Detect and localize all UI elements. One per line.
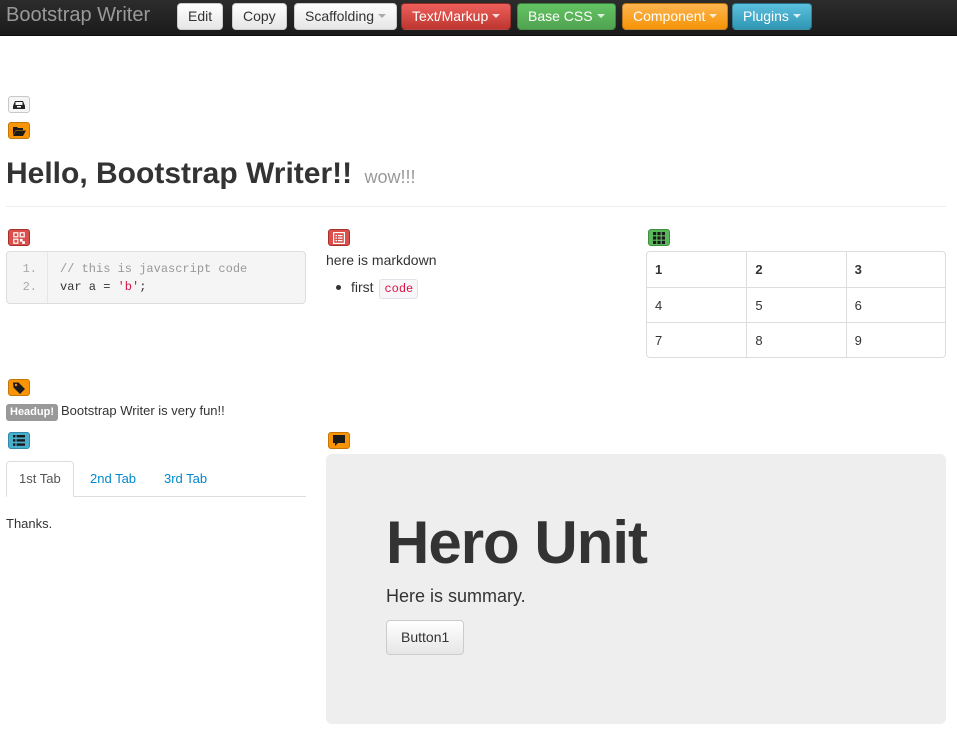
- text-markup-label: Text/Markup: [412, 8, 489, 24]
- component-dropdown-button[interactable]: Component: [622, 3, 729, 30]
- list-icon[interactable]: [8, 432, 30, 449]
- inline-code: code: [379, 279, 419, 299]
- headup-label-badge: Headup!: [6, 404, 58, 421]
- line-number: 1.: [22, 262, 37, 276]
- hero-title: Hero Unit: [386, 509, 648, 576]
- hero-button[interactable]: Button1: [386, 620, 465, 655]
- table-header-cell: 3: [845, 252, 945, 287]
- page-title: Hello, Bootstrap Writer!! wow!!!: [6, 152, 946, 199]
- edit-button[interactable]: Edit: [177, 3, 224, 30]
- base-css-label: Base CSS: [528, 8, 593, 24]
- code-token: var a =: [60, 280, 118, 294]
- tab-2nd[interactable]: 2nd Tab: [78, 461, 148, 497]
- hero-summary: Here is summary.: [386, 586, 526, 606]
- table-cell: 5: [746, 287, 846, 322]
- code-token: ;: [139, 280, 147, 294]
- markdown-paragraph: here is markdown: [326, 252, 437, 268]
- line-number: 2.: [22, 280, 37, 294]
- comment-icon[interactable]: [328, 432, 350, 449]
- edit-button-label: Edit: [188, 8, 213, 24]
- plugins-dropdown-button[interactable]: Plugins: [732, 3, 812, 30]
- page-header: Hello, Bootstrap Writer!! wow!!!: [6, 152, 946, 207]
- list-alt-icon[interactable]: [328, 229, 350, 246]
- table-header-cell: 1: [655, 262, 663, 277]
- table-cell: 4: [647, 287, 747, 322]
- scaffolding-label: Scaffolding: [305, 8, 375, 24]
- table-cell: 6: [845, 287, 945, 322]
- tag-icon[interactable]: [8, 379, 30, 396]
- text-markup-dropdown-button[interactable]: Text/Markup: [401, 3, 512, 30]
- base-css-dropdown-button[interactable]: Base CSS: [517, 3, 616, 30]
- table-cell: 7: [647, 322, 747, 357]
- copy-button-label: Copy: [243, 8, 276, 24]
- table-grid-icon[interactable]: [648, 229, 670, 246]
- table-header-row: 1 2 3: [647, 252, 945, 287]
- tab-label: 2nd Tab: [90, 471, 137, 486]
- component-label: Component: [633, 8, 706, 24]
- hero-unit: Hero Unit Here is summary. Button1: [326, 454, 946, 724]
- table-row: 7 8 9: [647, 322, 945, 357]
- markdown-list: first code: [326, 276, 419, 299]
- tab-label: 3rd Tab: [164, 471, 208, 486]
- tab-3rd[interactable]: 3rd Tab: [152, 461, 219, 497]
- data-table: 1 2 3 4 5 6 7 8 9: [646, 251, 946, 358]
- table-cell: 9: [845, 322, 945, 357]
- code-string-token: 'b': [117, 280, 140, 294]
- scaffolding-dropdown-button[interactable]: Scaffolding: [294, 3, 398, 30]
- table-header-cell: 2: [746, 252, 845, 287]
- brand-logo-text[interactable]: Bootstrap Writer: [6, 4, 150, 27]
- top-navbar: Bootstrap Writer Edit Copy Scaffolding T…: [0, 0, 957, 36]
- caret-down-icon: [792, 14, 801, 19]
- folder-open-icon[interactable]: [8, 122, 30, 139]
- caret-down-icon: [492, 14, 501, 19]
- tab-bar: 1st Tab 2nd Tab 3rd Tab: [6, 461, 306, 497]
- list-item-text: first: [351, 279, 374, 295]
- tab-label: 1st Tab: [19, 471, 61, 486]
- qrcode-icon[interactable]: [8, 229, 30, 246]
- table-cell: 8: [746, 322, 846, 357]
- plugins-label: Plugins: [743, 8, 789, 24]
- caret-down-icon: [596, 14, 605, 19]
- code-block: 1. 2. // this is javascript code var a =…: [6, 251, 306, 304]
- page-title-text: Hello, Bootstrap Writer!!: [6, 157, 353, 190]
- code-line-2: var a = 'b';: [60, 280, 146, 294]
- page-subtitle: wow!!!: [364, 167, 416, 187]
- caret-down-icon: [709, 14, 718, 19]
- table-row: 4 5 6: [647, 287, 945, 322]
- code-line-1: // this is javascript code: [60, 262, 248, 276]
- label-line: Headup! Bootstrap Writer is very fun!!: [6, 402, 225, 421]
- list-item: first code: [326, 276, 419, 299]
- inbox-icon[interactable]: [8, 96, 30, 113]
- code-gutter: 1. 2.: [7, 252, 48, 303]
- hero-button-label: Button1: [401, 629, 450, 645]
- tab-1st[interactable]: 1st Tab: [6, 461, 74, 497]
- tab-content: Thanks.: [6, 516, 53, 531]
- copy-button[interactable]: Copy: [232, 3, 287, 30]
- label-text: Bootstrap Writer is very fun!!: [61, 403, 225, 418]
- caret-down-icon: [378, 14, 387, 19]
